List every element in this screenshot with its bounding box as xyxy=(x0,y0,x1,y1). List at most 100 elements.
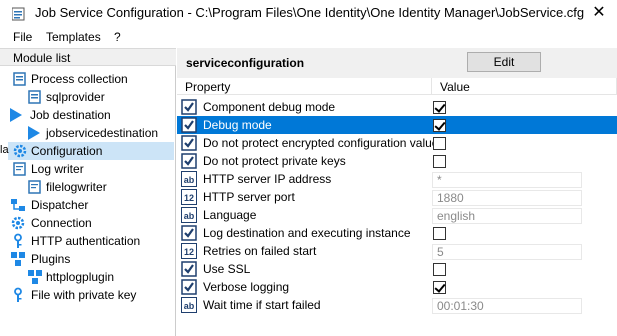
property-row[interactable]: 12 HTTP server port 1880 xyxy=(177,188,617,206)
key-icon xyxy=(14,287,22,302)
tree-item-plugins[interactable]: Plugins xyxy=(0,250,176,268)
value-field[interactable]: english xyxy=(432,208,582,224)
tree-item-label: File with private key xyxy=(31,288,137,302)
property-row[interactable]: Do not protect encrypted configuration v… xyxy=(177,134,617,152)
tree-item-file-with-private-key[interactable]: File with private key xyxy=(0,286,176,304)
menu-file[interactable]: File xyxy=(13,30,32,44)
column-header-property[interactable]: Property xyxy=(177,78,432,95)
connection-icon xyxy=(11,216,25,230)
value-field[interactable]: 5 xyxy=(432,244,582,260)
tree-item-configuration[interactable]: Configuration xyxy=(8,142,174,160)
number-type-icon: 12 xyxy=(181,189,197,205)
tree-item-label: httplogplugin xyxy=(46,270,115,284)
property-row[interactable]: ab Language english xyxy=(177,206,617,224)
tree-item-sqlprovider[interactable]: sqlprovider xyxy=(0,88,176,106)
property-value[interactable] xyxy=(432,279,582,295)
section-title: serviceconfiguration xyxy=(186,56,305,70)
property-name: Log destination and executing instance xyxy=(203,226,411,240)
tree-item-httplogplugin[interactable]: httplogplugin xyxy=(0,268,176,286)
property-value[interactable]: * xyxy=(432,171,582,188)
property-value[interactable] xyxy=(432,261,582,277)
property-value[interactable]: english xyxy=(432,207,582,224)
value-field[interactable]: * xyxy=(432,172,582,188)
menu-templates[interactable]: Templates xyxy=(46,30,101,44)
window-title: Job Service Configuration - C:\Program F… xyxy=(35,5,585,20)
key-icon xyxy=(14,233,22,248)
boolean-type-icon xyxy=(181,135,197,151)
tree-item-filelogwriter[interactable]: filelogwriter xyxy=(0,178,176,196)
close-button[interactable]: ✕ xyxy=(584,2,614,24)
menu-help[interactable]: ? xyxy=(114,30,121,44)
property-value[interactable] xyxy=(432,99,582,115)
property-row[interactable]: Do not protect private keys xyxy=(177,152,617,170)
property-row[interactable]: Log destination and executing instance xyxy=(177,224,617,242)
module-list-panel: Module list Process collection sqlprovid… xyxy=(0,48,176,336)
property-row[interactable]: ab HTTP server IP address * xyxy=(177,170,617,188)
property-value[interactable] xyxy=(432,153,582,169)
module-list-title: Module list xyxy=(13,51,71,65)
value-checkbox[interactable] xyxy=(433,155,446,168)
tree-item-label: Dispatcher xyxy=(31,198,89,212)
property-name: Debug mode xyxy=(203,118,272,132)
property-name: Retries on failed start xyxy=(203,244,317,258)
log-writer-icon xyxy=(28,180,41,194)
property-value[interactable]: 00:01:30 xyxy=(432,297,582,314)
value-checkbox[interactable] xyxy=(433,263,446,276)
property-row[interactable]: Component debug mode xyxy=(177,98,617,116)
module-list-header: Module list xyxy=(0,48,176,66)
title-bar: Job Service Configuration - C:\Program F… xyxy=(0,0,617,26)
property-row[interactable]: 12 Retries on failed start 5 xyxy=(177,242,617,260)
tree-item-label: Log writer xyxy=(31,162,84,176)
number-type-icon: 12 xyxy=(181,243,197,259)
tree-item-label: HTTP authentication xyxy=(31,234,141,248)
tree-item-connection[interactable]: Connection xyxy=(0,214,176,232)
tree-item-label: filelogwriter xyxy=(46,180,107,194)
value-checkbox[interactable] xyxy=(433,119,446,132)
tree-item-http-authentication[interactable]: HTTP authentication xyxy=(0,232,176,250)
configuration-icon xyxy=(13,144,27,158)
value-field[interactable]: 1880 xyxy=(432,190,582,206)
tree-item-label: Plugins xyxy=(31,252,71,266)
tree-item-process-collection[interactable]: Process collection xyxy=(0,70,176,88)
tree-item-job-destination[interactable]: Job destination xyxy=(0,106,176,124)
property-value[interactable]: 1880 xyxy=(432,189,582,206)
property-name: HTTP server port xyxy=(203,190,295,204)
property-name: Do not protect private keys xyxy=(203,154,346,168)
property-value[interactable]: 5 xyxy=(432,243,582,260)
text-type-icon: ab xyxy=(181,207,197,223)
plugins-icon xyxy=(11,252,25,266)
tree-item-jobservicedestination[interactable]: jobservicedestination xyxy=(0,124,176,142)
boolean-type-icon xyxy=(181,99,197,115)
property-name: Wait time if start failed xyxy=(203,298,321,312)
property-name: Language xyxy=(203,208,257,222)
boolean-type-icon xyxy=(181,261,197,277)
property-row[interactable]: Use SSL xyxy=(177,260,617,278)
boolean-type-icon xyxy=(181,279,197,295)
property-row[interactable]: Debug mode xyxy=(177,116,617,134)
edit-button[interactable]: Edit xyxy=(467,52,541,72)
svg-text:ab: ab xyxy=(184,301,195,311)
column-header-value[interactable]: Value xyxy=(432,78,617,95)
value-checkbox[interactable] xyxy=(433,281,446,294)
property-row[interactable]: Verbose logging xyxy=(177,278,617,296)
tree-item-dispatcher[interactable]: Dispatcher xyxy=(0,196,176,214)
tree-item-label: Job destination xyxy=(30,108,111,122)
property-value[interactable] xyxy=(432,117,582,133)
property-name: HTTP server IP address xyxy=(203,172,332,186)
property-value[interactable] xyxy=(432,135,582,151)
property-name: Verbose logging xyxy=(203,280,290,294)
tree-item-label: Configuration xyxy=(31,144,103,158)
partial-edge-text: la xyxy=(0,144,9,156)
value-checkbox[interactable] xyxy=(433,227,446,240)
plugins-icon xyxy=(28,270,42,284)
app-icon xyxy=(12,7,25,21)
sql-provider-icon xyxy=(28,90,41,104)
svg-text:12: 12 xyxy=(184,247,194,257)
tree-item-log-writer[interactable]: Log writer xyxy=(0,160,176,178)
column-label: Value xyxy=(440,80,470,94)
property-row[interactable]: ab Wait time if start failed 00:01:30 xyxy=(177,296,617,314)
value-field[interactable]: 00:01:30 xyxy=(432,298,582,314)
value-checkbox[interactable] xyxy=(433,137,446,150)
value-checkbox[interactable] xyxy=(433,101,446,114)
property-value[interactable] xyxy=(432,225,582,241)
